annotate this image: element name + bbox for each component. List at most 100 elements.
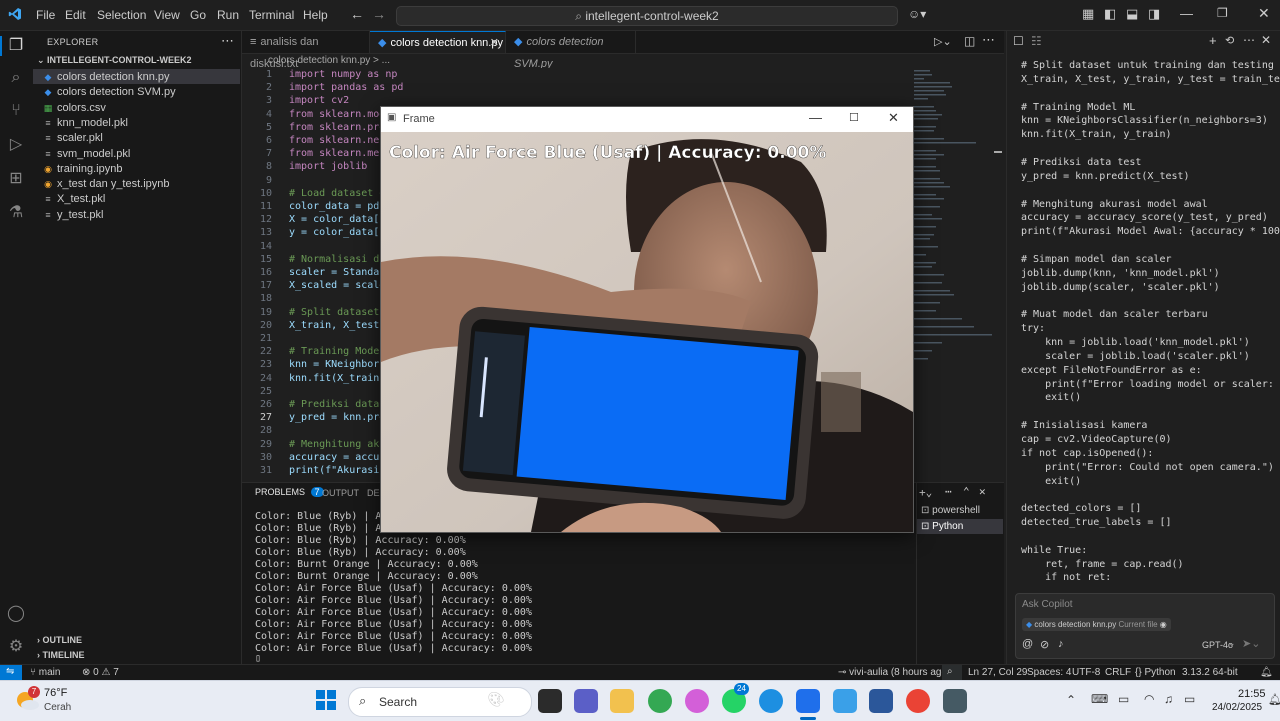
- search-icon[interactable]: ⌕: [6, 68, 26, 88]
- toggle-secondary-sidebar-icon[interactable]: ◨: [1148, 6, 1160, 22]
- close-tab-icon[interactable]: ✕: [490, 32, 499, 54]
- edits-icon[interactable]: ☷: [1031, 34, 1042, 48]
- frame-title-bar[interactable]: ▣ Frame — ☐ ✕: [381, 107, 913, 132]
- run-debug-icon[interactable]: ▷: [6, 135, 26, 155]
- back-arrow-icon[interactable]: ←: [350, 6, 364, 22]
- weather-widget[interactable]: 7: [14, 686, 42, 715]
- file-item[interactable]: ◉ x_test dan y_test.ipynb: [43, 178, 169, 190]
- opencv-frame-window[interactable]: ▣ Frame — ☐ ✕ Color: Air Force Blue (Usa…: [380, 106, 914, 533]
- more-icon[interactable]: ⋯: [945, 485, 952, 498]
- python-interpreter[interactable]: 3.13.2 64-bit: [1182, 667, 1238, 678]
- taskbar-search[interactable]: ⌕ Search 🎨︎: [348, 687, 532, 717]
- tab-debug[interactable]: DE: [367, 488, 380, 498]
- split-editor-icon[interactable]: ◫: [964, 34, 975, 48]
- history-icon[interactable]: ⟲: [1225, 34, 1234, 47]
- run-file-icon[interactable]: ▷⌄: [934, 35, 952, 48]
- more-actions-icon[interactable]: ⋯: [221, 33, 234, 49]
- tab-knn[interactable]: ◆ colors detection knn.py ✕: [370, 31, 506, 53]
- mention-icon[interactable]: @: [1022, 638, 1033, 650]
- maximize-panel-icon[interactable]: ⌃: [963, 485, 970, 498]
- edge-icon[interactable]: [759, 689, 783, 713]
- file-item[interactable]: ≡ knn_model.pkl: [43, 117, 128, 129]
- terminal-python[interactable]: ⊡ Python: [917, 519, 1003, 534]
- chat-icon[interactable]: ☐: [1013, 34, 1024, 48]
- menu-help[interactable]: Help: [303, 8, 328, 22]
- chrome-icon[interactable]: [648, 689, 672, 713]
- frame-close-icon[interactable]: ✕: [888, 110, 899, 126]
- editor-more-icon[interactable]: ⋯: [982, 32, 995, 48]
- menu-edit[interactable]: Edit: [65, 8, 86, 22]
- microphone-icon[interactable]: ♪: [1058, 638, 1064, 650]
- account-icon[interactable]: ◯: [6, 604, 26, 624]
- new-chat-icon[interactable]: +: [1209, 33, 1217, 48]
- eye-icon[interactable]: ◉: [1160, 620, 1167, 629]
- word-icon[interactable]: [869, 689, 893, 713]
- close-icon[interactable]: ✕: [1261, 33, 1271, 47]
- file-item[interactable]: ◉ training.ipynb: [43, 163, 122, 175]
- tab-svm[interactable]: ◆ colors detection SVM.py: [506, 31, 636, 70]
- file-item[interactable]: ◆ colors detection SVM.py: [43, 86, 176, 98]
- problems-indicator[interactable]: ⊗ 0 ⚠ 7: [82, 667, 119, 678]
- extensions-icon[interactable]: ⊞: [6, 169, 26, 189]
- ask-copilot-box[interactable]: Ask Copilot ◆ colors detection knn.py Cu…: [1015, 593, 1275, 659]
- more-icon[interactable]: ⋯: [1243, 33, 1255, 47]
- outline-section[interactable]: › OUTLINE: [37, 635, 82, 645]
- file-item[interactable]: ≡ scaler.pkl: [43, 132, 103, 144]
- breadcrumb[interactable]: colors detection knn.py > ...: [268, 55, 390, 66]
- file-item[interactable]: ≡ X_test.pkl: [43, 193, 105, 205]
- close-panel-icon[interactable]: ✕: [979, 485, 986, 498]
- whatsapp-icon[interactable]: 24: [722, 683, 749, 713]
- remote-indicator[interactable]: ⇋: [0, 665, 22, 681]
- clock-date[interactable]: 24/02/2025: [1212, 702, 1262, 713]
- language-mode[interactable]: {} Python: [1135, 667, 1176, 678]
- snipping-tool-icon[interactable]: [833, 689, 857, 713]
- vscode-taskbar-icon[interactable]: [796, 689, 820, 713]
- tab-problems[interactable]: PROBLEMS 7: [255, 487, 324, 497]
- wifi-icon[interactable]: ◠: [1144, 692, 1154, 706]
- minimap[interactable]: [912, 68, 992, 384]
- indentation[interactable]: Spaces: 4: [1027, 667, 1071, 678]
- search-status-icon[interactable]: ⌕: [942, 665, 962, 681]
- keyboard-icon[interactable]: ⌨: [1091, 692, 1108, 706]
- file-item[interactable]: ▦ colors.csv: [43, 102, 106, 114]
- folder-root[interactable]: ⌄ INTELLEGENT-CONTROL-WEEK2: [37, 55, 192, 66]
- context-file-chip[interactable]: ◆ colors detection knn.py Current file ◉: [1022, 618, 1171, 631]
- clock-time[interactable]: 21:55: [1238, 688, 1266, 700]
- menu-go[interactable]: Go: [190, 8, 206, 22]
- send-icon[interactable]: ➤⌄: [1242, 637, 1260, 650]
- menu-file[interactable]: File: [36, 8, 55, 22]
- menu-run[interactable]: Run: [217, 8, 239, 22]
- file-item[interactable]: ◆ colors detection knn.py: [43, 71, 170, 83]
- encoding[interactable]: UTF-8: [1072, 667, 1100, 678]
- customize-layout-icon[interactable]: ▦: [1082, 6, 1094, 22]
- close-icon[interactable]: ✕: [1258, 5, 1270, 22]
- git-blame[interactable]: ⊸ vivi-aulia (8 hours ago): [838, 667, 950, 678]
- attach-icon[interactable]: ⊘: [1040, 638, 1049, 651]
- maximize-icon[interactable]: ❐: [1217, 6, 1228, 20]
- file-item[interactable]: ≡ svm_model.pkl: [43, 148, 130, 160]
- forward-arrow-icon[interactable]: →: [372, 6, 386, 22]
- tray-chevron-icon[interactable]: ⌃: [1066, 693, 1076, 707]
- minimize-icon[interactable]: —: [1180, 6, 1193, 21]
- frame-maximize-icon[interactable]: ☐: [849, 111, 859, 124]
- line-ending[interactable]: CRLF: [1105, 667, 1131, 678]
- toggle-panel-icon[interactable]: ⬓: [1126, 6, 1138, 22]
- battery-icon[interactable]: ▭: [1184, 692, 1195, 706]
- windows-start-icon[interactable]: [316, 690, 336, 710]
- toggle-sidebar-icon[interactable]: ◧: [1104, 6, 1116, 22]
- scrollbar-marker[interactable]: [994, 151, 1002, 153]
- terminal-powershell[interactable]: ⊡ powershell: [921, 505, 980, 516]
- notification-bell-icon[interactable]: 🔔︎: [1268, 693, 1280, 706]
- teams-icon[interactable]: [574, 689, 598, 713]
- notifications-icon[interactable]: 🔔︎: [1260, 667, 1273, 678]
- menu-terminal[interactable]: Terminal: [249, 8, 294, 22]
- menu-view[interactable]: View: [154, 8, 180, 22]
- explorer-icon[interactable]: ❐: [6, 36, 26, 56]
- source-control-icon[interactable]: ⑂: [6, 101, 26, 121]
- timeline-section[interactable]: › TIMELINE: [37, 650, 85, 660]
- task-view-icon[interactable]: [538, 689, 562, 713]
- display-icon[interactable]: ▭: [1118, 692, 1129, 706]
- command-center-search[interactable]: ⌕ intellegent-control-week2: [396, 6, 898, 26]
- file-item[interactable]: ≡ y_test.pkl: [43, 209, 103, 221]
- branch-indicator[interactable]: ⑂ main: [30, 667, 60, 678]
